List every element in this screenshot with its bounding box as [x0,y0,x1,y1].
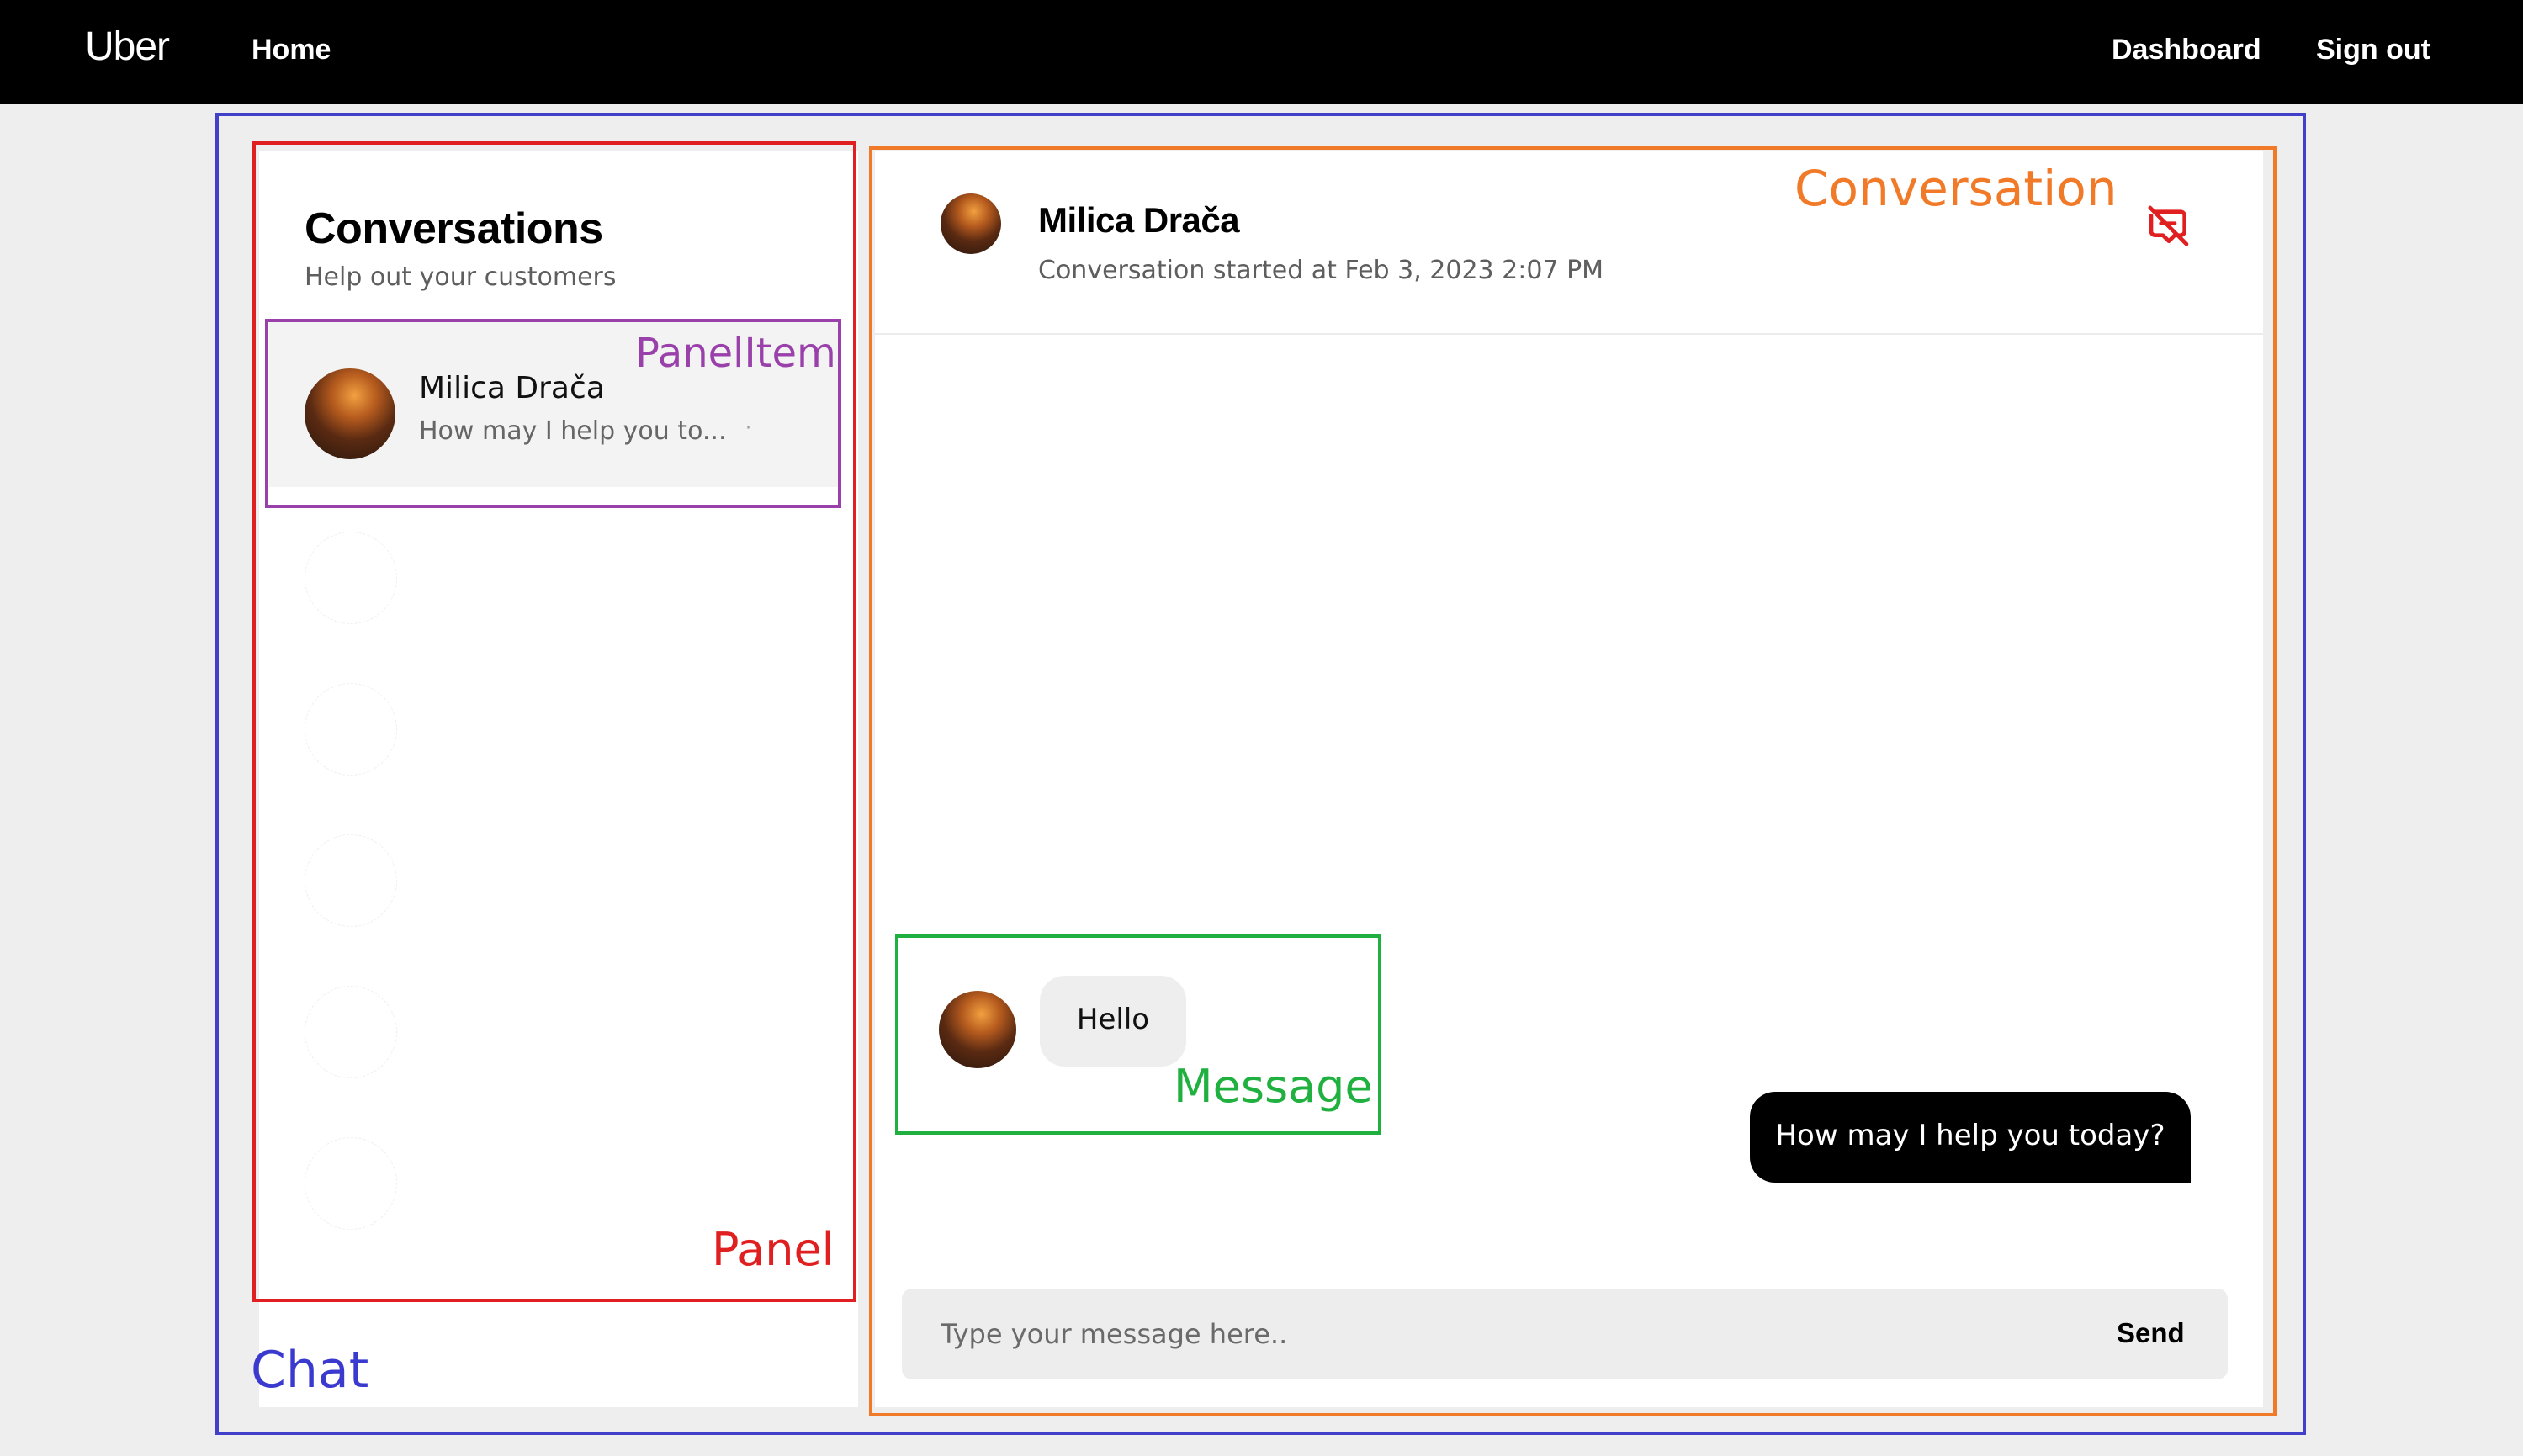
conversation-view: Milica Drača Conversation started at Feb… [875,151,2263,1407]
message-input[interactable] [902,1289,2063,1379]
conversation-contact-name: Milica Drača [1038,200,1240,240]
unread-dot: · [745,418,751,439]
uber-logo[interactable]: Uber [85,24,170,70]
avatar [305,368,395,459]
chat-off-icon[interactable] [2145,202,2192,249]
loading-placeholder [305,515,809,658]
chat-annotation-label: Chat [251,1341,369,1400]
panel-subtitle: Help out your customers [305,262,617,292]
message-annotation-label: Message [1174,1060,1373,1113]
avatar [939,991,1016,1068]
outgoing-message-bubble: How may I help you today? [1750,1092,2191,1183]
panel-item-annotation-label: PanelItem [635,330,836,377]
loading-placeholder [305,666,809,809]
nav-home-link[interactable]: Home [252,34,331,66]
avatar [941,193,1001,254]
top-navbar: Uber Home Dashboard Sign out [0,0,2523,104]
loading-placeholder [305,969,809,1112]
incoming-message-bubble: Hello [1040,976,1186,1067]
message-composer: Send [902,1289,2228,1379]
loading-placeholder [305,818,809,961]
panel-annotation-label: Panel [712,1223,835,1276]
conversation-item-preview: How may I help you to... [419,416,727,446]
panel-title: Conversations [305,204,603,253]
conversation-annotation-label: Conversation [1794,160,2118,217]
conversation-item-name: Milica Drača [419,371,605,405]
nav-dashboard-link[interactable]: Dashboard [2112,34,2261,66]
send-button[interactable]: Send [2117,1317,2185,1349]
nav-sign-out-link[interactable]: Sign out [2316,34,2430,66]
conversation-started-text: Conversation started at Feb 3, 2023 2:07… [1038,256,1604,285]
